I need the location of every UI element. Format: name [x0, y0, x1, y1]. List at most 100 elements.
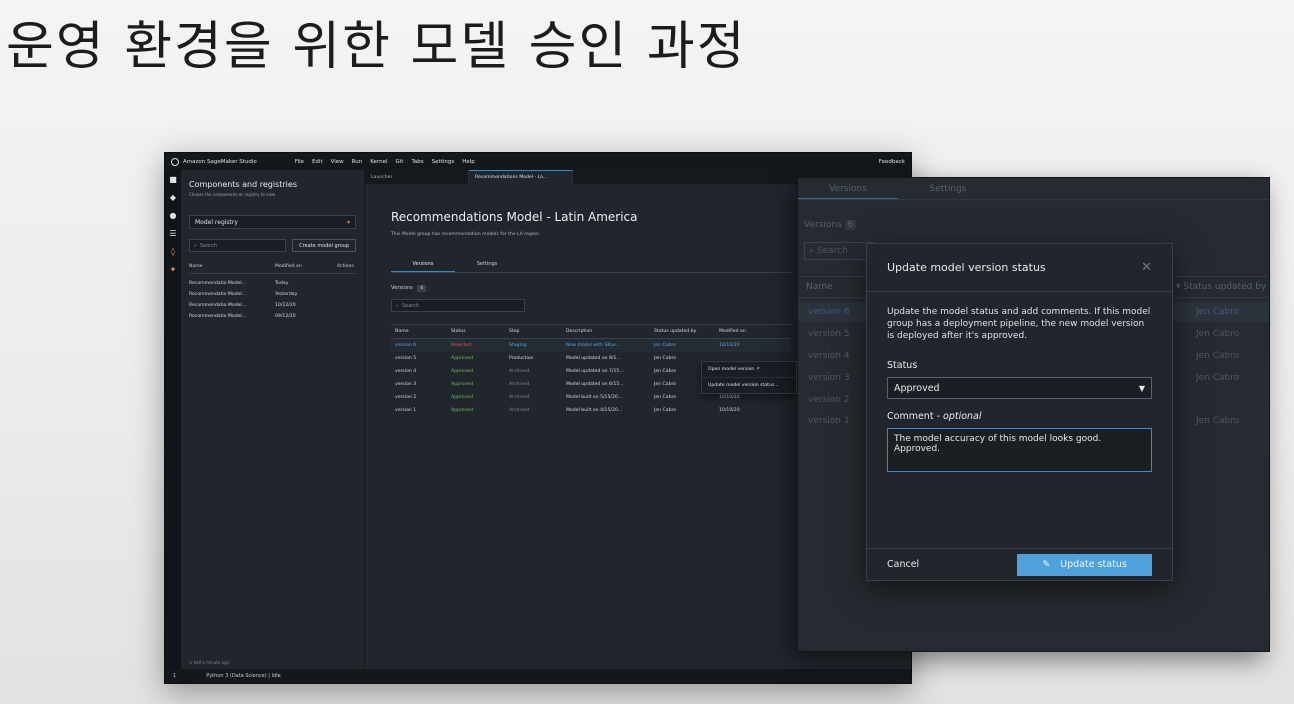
comment-textarea[interactable]: The model accuracy of this model looks g… — [887, 428, 1152, 472]
description-value: New model with SKLe... — [566, 343, 621, 348]
updated-by-value: Jen Cabro — [654, 395, 677, 400]
version-name[interactable]: version 3 — [808, 373, 850, 383]
model-group-search[interactable]: ⌕ Search — [189, 239, 287, 252]
version-name[interactable]: version 1 — [395, 408, 451, 413]
menu-git[interactable]: Git — [396, 159, 404, 165]
menu-run[interactable]: Run — [352, 159, 363, 165]
version-name[interactable]: version 5 — [395, 356, 451, 361]
menu-item-open-version[interactable]: Open model version ↗ — [702, 362, 796, 377]
status-bar: 1 Python 3 (Data Science) | Idle — [165, 669, 911, 683]
tab-launcher[interactable]: Launcher — [365, 170, 469, 184]
tab-versions[interactable]: Versions — [391, 257, 455, 272]
col-name[interactable]: Name — [189, 264, 275, 269]
menu-file[interactable]: File — [295, 159, 304, 165]
step-value: Archived — [509, 382, 530, 387]
col-actions: Actions — [337, 264, 354, 269]
table-row[interactable]: version 1 Approved Archived Model built … — [391, 404, 791, 417]
table-row[interactable]: Recommendatio Model... 10/22/20 — [189, 300, 356, 311]
status-badge: Approved — [451, 395, 474, 400]
registry-icon[interactable]: ✦ — [169, 266, 177, 274]
model-group-table: Name Modified on Actions Recommendatio M… — [189, 264, 356, 322]
menu-item-update-status[interactable]: Update model version status... — [702, 377, 796, 393]
step-value: Archived — [509, 408, 530, 413]
table-row[interactable]: Recommendatio Model... 09/12/20 — [189, 311, 356, 322]
col-status-updated-by[interactable]: Status updated by — [654, 329, 719, 334]
running-icon[interactable]: ● — [169, 212, 177, 220]
status-label: Status — [887, 360, 918, 371]
version-context-menu: Open model version ↗ Update model versio… — [701, 361, 797, 394]
feedback-link[interactable]: Feedback — [879, 159, 905, 165]
folder-icon[interactable]: ■ — [169, 176, 177, 184]
update-status-button[interactable]: ✎ Update status — [1017, 553, 1152, 576]
kernel-status[interactable]: Python 3 (Data Science) | Idle — [206, 673, 280, 679]
row-name: Recommendatio Model... — [189, 303, 247, 308]
version-name[interactable]: version 6 — [808, 307, 850, 317]
modal-footer: Cancel ✎ Update status — [867, 548, 1172, 580]
table-row[interactable]: version 6 Rejected Staging New model wit… — [391, 339, 791, 352]
updated-by-value: Jen Cabro — [1196, 351, 1240, 361]
cancel-button[interactable]: Cancel — [887, 559, 919, 570]
version-name[interactable]: version 4 — [395, 369, 451, 374]
git-icon[interactable]: ◆ — [169, 194, 177, 202]
version-name[interactable]: version 2 — [395, 395, 451, 400]
updated-by-value: Jen Cabro — [1196, 329, 1240, 339]
version-name[interactable]: version 4 — [808, 351, 850, 361]
modal-header: Update model version status ✕ — [867, 244, 1172, 292]
commands-icon[interactable]: ☰ — [169, 230, 177, 238]
pencil-icon: ✎ — [1042, 559, 1051, 570]
versions-search[interactable]: ⌕ Search — [391, 299, 525, 312]
version-name[interactable]: version 6 — [395, 343, 451, 348]
updated-by-value: Jen Cabro — [1196, 307, 1240, 317]
create-model-group-button[interactable]: Create model group — [292, 239, 356, 252]
search-icon: ⌕ — [396, 302, 399, 309]
menu-tabs[interactable]: Tabs — [411, 159, 423, 165]
col-step[interactable]: Step — [509, 329, 566, 334]
menu-view[interactable]: View — [331, 159, 344, 165]
description-value: Model updated on 6/15... — [566, 382, 624, 387]
app-name: Amazon SageMaker Studio — [183, 158, 257, 165]
menu-help[interactable]: Help — [462, 159, 475, 165]
menu-edit[interactable]: Edit — [312, 159, 323, 165]
tab-settings[interactable]: Settings — [898, 178, 998, 199]
col-status-updated-by[interactable]: ▾ Status updated by — [1176, 282, 1266, 292]
col-name[interactable]: Name — [395, 329, 451, 334]
versions-search[interactable]: ⌕ Search — [804, 242, 874, 260]
col-modified-on[interactable]: Modified on — [719, 329, 779, 334]
col-name[interactable]: Name — [806, 282, 833, 292]
menu-settings[interactable]: Settings — [432, 159, 455, 165]
versions-count-badge: 6 — [844, 220, 857, 230]
table-row[interactable]: Recommendatio Model... Today — [189, 278, 356, 289]
table-row[interactable]: Recommendatio Model... Yesterday — [189, 289, 356, 300]
menu-kernel[interactable]: Kernel — [370, 159, 387, 165]
chevron-down-icon: ▾ — [346, 218, 350, 226]
update-status-modal: Update model version status ✕ Update the… — [866, 243, 1173, 581]
col-status[interactable]: Status — [451, 329, 509, 334]
col-description[interactable]: Description — [566, 329, 654, 334]
modified-value: 10/10/20 — [719, 408, 740, 413]
versions-count: Versions 6 — [804, 220, 857, 230]
version-name[interactable]: version 2 — [808, 395, 850, 405]
description-value: Model updated on 8/1... — [566, 356, 621, 361]
row-name: Recommendatio Model... — [189, 314, 247, 319]
step-value: Archived — [509, 369, 530, 374]
refresh-icon[interactable]: ↻ — [189, 660, 192, 665]
content-subtabs: Versions Settings — [391, 257, 791, 273]
col-modified[interactable]: Modified on — [275, 264, 337, 269]
status-badge: Approved — [451, 408, 474, 413]
row-modified: 10/22/20 — [275, 303, 296, 308]
search-placeholder: Search — [401, 302, 419, 309]
status-select[interactable]: Approved ▼ — [887, 377, 1152, 399]
version-name[interactable]: version 1 — [808, 416, 850, 426]
tab-versions[interactable]: Versions — [798, 178, 898, 199]
close-icon[interactable]: ✕ — [1141, 260, 1152, 275]
step-value: Archived — [509, 395, 530, 400]
registry-select[interactable]: Model registry ▾ — [189, 215, 356, 229]
version-name[interactable]: version 5 — [808, 329, 850, 339]
tab-model-group[interactable]: Recommendations Model - La... — [469, 170, 573, 184]
search-icon: ⌕ — [809, 246, 815, 256]
status-badge: Rejected — [451, 343, 471, 348]
tab-settings[interactable]: Settings — [455, 257, 519, 272]
row-name: Recommendatio Model... — [189, 292, 247, 297]
version-name[interactable]: version 3 — [395, 382, 451, 387]
components-icon[interactable]: ◊ — [169, 248, 177, 256]
